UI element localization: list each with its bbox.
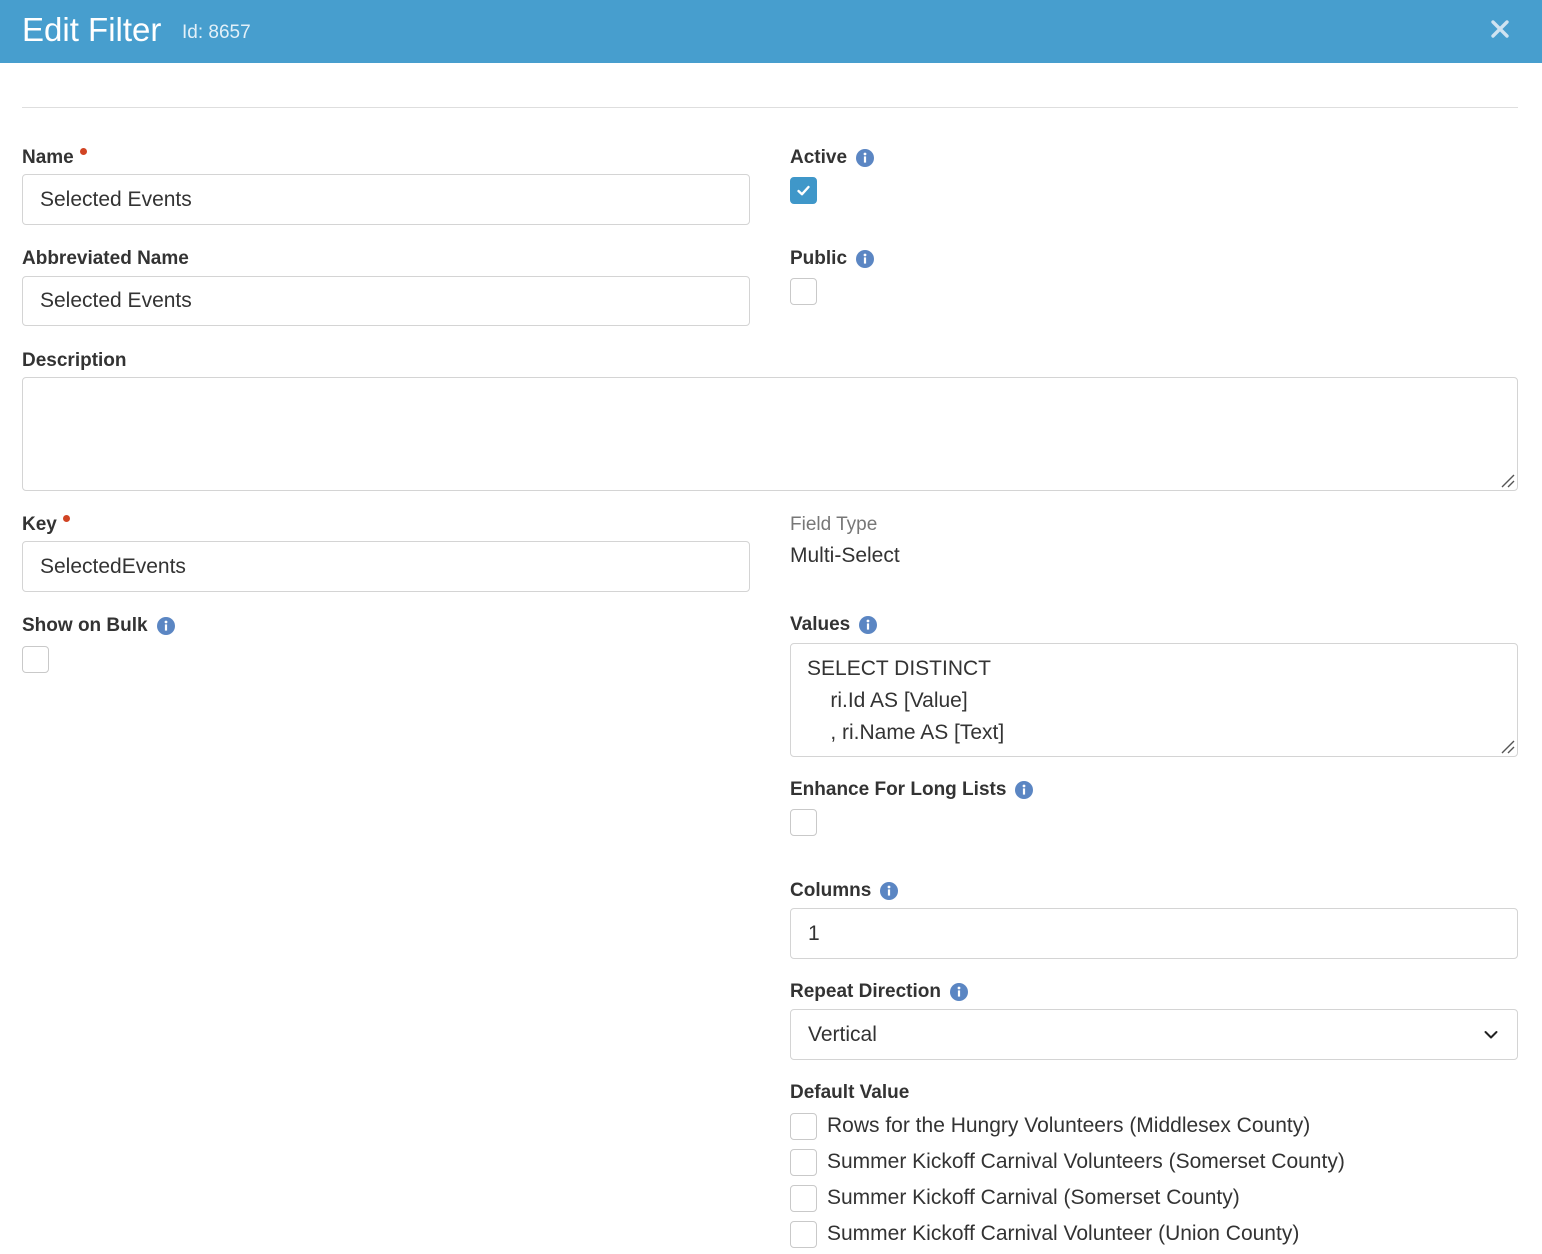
show-on-bulk-label-text: Show on Bulk <box>22 615 148 636</box>
info-icon[interactable] <box>949 983 968 1001</box>
enhance-for-long-lists-label: Enhance For Long Lists <box>790 778 1034 802</box>
values-label-text: Values <box>790 614 851 635</box>
resize-handle-icon[interactable] <box>1499 472 1515 488</box>
repeat-direction-select[interactable]: Vertical <box>790 1009 1518 1060</box>
default-value-label-text: Default Value <box>790 1082 910 1103</box>
info-icon[interactable] <box>1015 781 1034 799</box>
values-textarea[interactable]: SELECT DISTINCT ri.Id AS [Value] , ri.Na… <box>790 643 1518 757</box>
default-value-label: Default Value <box>790 1081 909 1105</box>
name-input[interactable]: Selected Events <box>22 174 750 225</box>
abbreviated-name-input-value: Selected Events <box>40 289 192 312</box>
default-value-option-checkbox[interactable] <box>790 1185 817 1212</box>
values-line: , ri.Name AS [Text] <box>807 721 1005 744</box>
info-icon[interactable] <box>856 149 875 167</box>
resize-handle-icon[interactable] <box>1499 738 1515 754</box>
name-input-value: Selected Events <box>40 187 192 211</box>
key-label: Key <box>22 513 70 537</box>
columns-label-text: Columns <box>790 880 872 901</box>
abbreviated-name-label: Abbreviated Name <box>22 247 189 271</box>
info-icon[interactable] <box>859 616 878 634</box>
enhance-for-long-lists-checkbox[interactable] <box>790 809 817 836</box>
modal-header: Edit Filter Id: 8657 <box>0 0 1542 63</box>
divider <box>22 107 1518 108</box>
values-label: Values <box>790 613 878 637</box>
check-icon <box>797 185 810 196</box>
default-value-option-checkbox[interactable] <box>790 1113 817 1140</box>
name-label-text: Name <box>22 147 74 168</box>
default-value-option-checkbox[interactable] <box>790 1149 817 1176</box>
repeat-direction-label-text: Repeat Direction <box>790 981 941 1002</box>
description-textarea[interactable] <box>22 377 1518 491</box>
columns-label: Columns <box>790 879 899 903</box>
info-icon[interactable] <box>156 617 175 635</box>
public-checkbox[interactable] <box>790 278 817 305</box>
description-label-text: Description <box>22 350 127 371</box>
info-icon[interactable] <box>856 250 875 268</box>
active-label-text: Active <box>790 147 848 168</box>
field-type-value: Multi-Select <box>790 544 900 567</box>
default-value-option-checkbox[interactable] <box>790 1221 817 1248</box>
modal-title: Edit Filter <box>22 11 162 48</box>
columns-input[interactable]: 1 <box>790 908 1518 959</box>
default-value-option-label[interactable]: Rows for the Hungry Volunteers (Middlese… <box>827 1114 1310 1138</box>
default-value-option-label[interactable]: Summer Kickoff Carnival (Somerset County… <box>827 1186 1240 1210</box>
abbreviated-name-input[interactable]: Selected Events <box>22 276 750 326</box>
repeat-direction-selected-value: Vertical <box>808 1022 877 1046</box>
active-checkbox[interactable] <box>790 177 817 204</box>
values-line: ri.Id AS [Value] <box>807 689 968 712</box>
show-on-bulk-checkbox[interactable] <box>22 646 49 673</box>
required-indicator <box>62 515 70 522</box>
repeat-direction-label: Repeat Direction <box>790 980 968 1004</box>
close-icon[interactable] <box>1486 14 1514 44</box>
info-icon[interactable] <box>880 882 899 900</box>
required-indicator <box>79 148 87 155</box>
default-value-option-label[interactable]: Summer Kickoff Carnival Volunteers (Some… <box>827 1150 1345 1174</box>
name-label: Name <box>22 146 87 170</box>
description-label: Description <box>22 349 127 373</box>
show-on-bulk-label: Show on Bulk <box>22 614 175 638</box>
public-label: Public <box>790 247 875 271</box>
filter-id: Id: 8657 <box>182 22 251 43</box>
abbreviated-name-label-text: Abbreviated Name <box>22 248 189 269</box>
key-input-value: SelectedEvents <box>40 554 186 578</box>
key-input[interactable]: SelectedEvents <box>22 541 750 592</box>
enhance-for-long-lists-label-text: Enhance For Long Lists <box>790 779 1007 800</box>
columns-input-value: 1 <box>808 921 820 945</box>
public-label-text: Public <box>790 248 848 269</box>
active-label: Active <box>790 146 875 170</box>
field-type-label: Field Type <box>790 514 878 535</box>
default-value-option-label[interactable]: Summer Kickoff Carnival Volunteer (Union… <box>827 1222 1299 1246</box>
key-label-text: Key <box>22 514 57 535</box>
chevron-down-icon <box>1483 1027 1499 1043</box>
values-line: SELECT DISTINCT <box>807 657 991 680</box>
